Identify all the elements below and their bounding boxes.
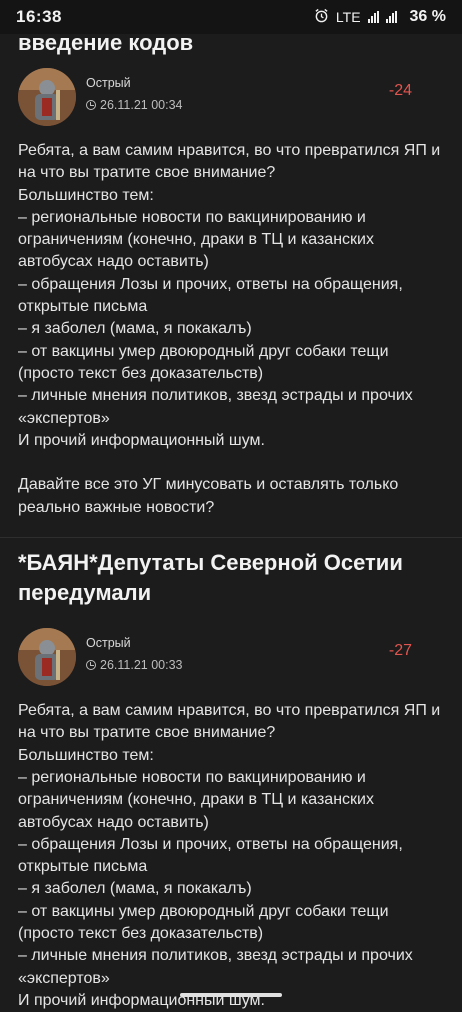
post-card: *БАЯН*Депутаты Северной Осетии передумал…: [0, 548, 462, 1012]
network-label: LTE: [335, 9, 361, 25]
post-rating[interactable]: -27: [389, 642, 412, 660]
post-title[interactable]: *БАЯН*Депутаты Северной Осетии передумал…: [0, 548, 462, 608]
status-time: 16:38: [16, 7, 62, 26]
post-date-text: 26.11.21 00:33: [100, 658, 183, 673]
gesture-nav-bar[interactable]: [180, 993, 282, 997]
avatar[interactable]: [18, 68, 76, 126]
alarm-icon: [314, 8, 329, 26]
post-card: введение кодов Острый 26.11.21 00:34 -24…: [0, 28, 462, 539]
post-date: 26.11.21 00:33: [86, 658, 182, 672]
status-bar: 16:38 LTE 36 %: [0, 0, 462, 34]
battery-level: 36 %: [409, 8, 446, 25]
post-body: Ребята, а вам самим нравится, во что пре…: [18, 702, 441, 1009]
lte-signal-icon: [367, 11, 379, 23]
post-body: Ребята, а вам самим нравится, во что пре…: [18, 142, 441, 516]
cellular-signal-icon: [385, 11, 397, 23]
clock-icon: [86, 100, 96, 110]
clock-icon: [86, 660, 96, 671]
avatar[interactable]: [18, 628, 76, 687]
post-divider: [0, 537, 462, 539]
post-header: Острый 26.11.21 00:33 -27: [0, 618, 462, 714]
post-feed[interactable]: введение кодов Острый 26.11.21 00:34 -24…: [0, 30, 462, 1012]
post-rating[interactable]: -24: [389, 82, 412, 100]
post-date: 26.11.21 00:34: [86, 98, 182, 112]
author-name[interactable]: Острый: [86, 76, 131, 90]
post-header: Острый 26.11.21 00:34 -24: [0, 58, 462, 154]
post-date-text: 26.11.21 00:34: [100, 98, 183, 112]
author-name[interactable]: Острый: [86, 636, 131, 650]
status-indicators: LTE 36 %: [314, 8, 446, 26]
